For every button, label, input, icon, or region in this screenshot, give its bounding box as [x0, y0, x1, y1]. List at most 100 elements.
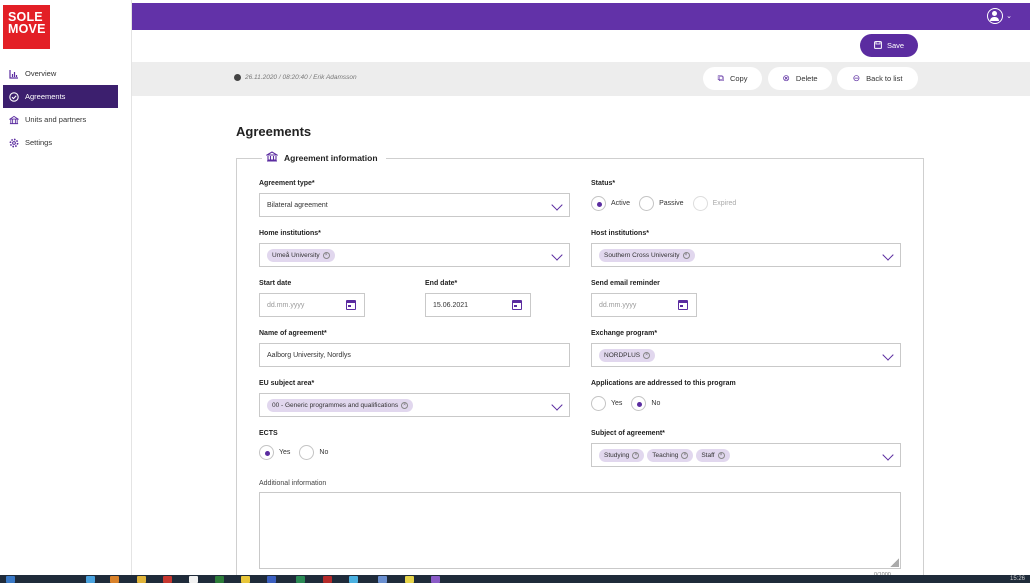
chip-remove-icon[interactable]: ×	[643, 351, 651, 359]
chevron-down-icon	[882, 449, 894, 461]
gear-icon	[9, 138, 19, 148]
agreement-type-label: Agreement type*	[259, 180, 315, 187]
calendar-icon[interactable]	[512, 300, 522, 310]
action-bar: Save	[132, 30, 1030, 62]
host-institutions-select[interactable]: Southern Cross University ×	[591, 243, 901, 267]
applications-yes-radio[interactable]	[591, 396, 606, 411]
ects-label: ECTS	[259, 430, 278, 437]
section-title: Agreement information	[284, 153, 378, 163]
email-reminder-label: Send email reminder	[591, 280, 660, 287]
chevron-down-icon	[882, 349, 894, 361]
save-button[interactable]: Save	[860, 34, 918, 57]
sidebar-item-agreements[interactable]: Agreements	[3, 85, 118, 108]
taskbar-app-icon[interactable]	[378, 576, 387, 583]
delete-button[interactable]: ⊗ Delete	[768, 67, 832, 90]
chip-label: Teaching	[652, 451, 679, 459]
chip-remove-icon[interactable]: ×	[632, 451, 640, 459]
record-meta: 26.11.2020 / 08:20:40 / Erik Adamsson	[234, 74, 357, 81]
close-circle-icon: ⊗	[782, 73, 790, 83]
sidebar-item-settings[interactable]: Settings	[3, 131, 118, 154]
status-active-radio[interactable]	[591, 196, 606, 211]
chip-label: Southern Cross University	[604, 251, 680, 259]
status-passive-radio[interactable]	[639, 196, 655, 211]
taskbar-app-icon[interactable]	[323, 576, 332, 583]
user-menu-button[interactable]: ⌄	[987, 8, 1012, 24]
taskbar-app-icon[interactable]	[431, 576, 440, 583]
taskbar-app-icon[interactable]	[86, 576, 95, 583]
chip: 00 - Generic programmes and qualificatio…	[267, 398, 414, 412]
bank-icon	[265, 151, 279, 165]
back-to-list-button[interactable]: ⊖ Back to list	[837, 67, 918, 90]
name-of-agreement-input[interactable]: Aalborg University, Nordlys	[259, 343, 570, 367]
sidebar-nav: Overview Agreements Units and partners S…	[3, 62, 118, 154]
applications-addressed-label: Applications are addressed to this progr…	[591, 380, 736, 387]
chip-remove-icon[interactable]: ×	[322, 251, 330, 259]
agreement-type-select[interactable]: Bilateral agreement	[259, 193, 570, 217]
sidebar-item-overview[interactable]: Overview	[3, 62, 118, 85]
eu-subject-area-select[interactable]: 00 - Generic programmes and qualificatio…	[259, 393, 570, 417]
status-option-label: Passive	[659, 200, 684, 207]
taskbar-app-icon[interactable]	[110, 576, 119, 583]
sidebar-item-label: Units and partners	[25, 115, 87, 124]
chip-remove-icon[interactable]: ×	[682, 251, 690, 259]
chip-label: 00 - Generic programmes and qualificatio…	[272, 401, 399, 409]
sidebar: SOLE MOVE Overview Agreements Units and …	[0, 0, 132, 575]
taskbar-app-icon[interactable]	[296, 576, 305, 583]
taskbar-app-icon[interactable]	[267, 576, 276, 583]
copy-button[interactable]: ⧉ Copy	[703, 67, 762, 90]
home-institutions-select[interactable]: Umeå University ×	[259, 243, 570, 267]
exchange-program-select[interactable]: NORDPLUS ×	[591, 343, 901, 367]
resize-handle-icon[interactable]	[890, 558, 899, 567]
taskbar-app-icon[interactable]	[349, 576, 358, 583]
start-date-input[interactable]: dd.mm.yyyy	[259, 293, 365, 317]
eu-subject-area-label: EU subject area*	[259, 380, 315, 387]
chip-remove-icon[interactable]: ×	[401, 401, 409, 409]
status-option-label: Active	[611, 200, 631, 207]
additional-information-textarea[interactable]	[259, 492, 901, 569]
radio-option-label: No	[319, 449, 329, 456]
sidebar-item-label: Overview	[25, 69, 57, 78]
subject-of-agreement-select[interactable]: Studying × Teaching × Staff ×	[591, 443, 901, 467]
end-date-input[interactable]: 15.06.2021	[425, 293, 531, 317]
start-icon[interactable]	[6, 576, 15, 583]
chip: NORDPLUS ×	[599, 348, 656, 362]
taskbar-app-icon[interactable]	[163, 576, 172, 583]
chip-label: Umeå University	[272, 251, 320, 259]
taskbar-app-icon[interactable]	[405, 576, 414, 583]
start-date-placeholder: dd.mm.yyyy	[267, 301, 305, 309]
back-button-label: Back to list	[866, 74, 903, 83]
status-radio-group: Active Passive Expired	[591, 196, 745, 211]
taskbar-app-icon[interactable]	[137, 576, 146, 583]
ects-yes-radio[interactable]	[259, 445, 274, 460]
taskbar-app-icon[interactable]	[215, 576, 224, 583]
calendar-icon[interactable]	[678, 300, 688, 310]
ects-no-radio[interactable]	[299, 445, 315, 460]
sidebar-item-units-and-partners[interactable]: Units and partners	[3, 108, 118, 131]
host-institutions-label: Host institutions*	[591, 230, 649, 237]
chip-remove-icon[interactable]: ×	[681, 451, 689, 459]
sole-move-logo[interactable]: SOLE MOVE	[3, 5, 50, 49]
chevron-down-icon	[551, 249, 563, 261]
taskbar-clock: 15:26	[1010, 576, 1026, 582]
sidebar-item-label: Settings	[25, 138, 53, 147]
email-reminder-input[interactable]: dd.mm.yyyy	[591, 293, 697, 317]
end-date-value: 15.06.2021	[433, 301, 469, 309]
chip-remove-icon[interactable]: ×	[717, 451, 725, 459]
name-of-agreement-value: Aalborg University, Nordlys	[267, 351, 351, 359]
exchange-program-label: Exchange program*	[591, 330, 658, 337]
record-meta-text: 26.11.2020 / 08:20:40 / Erik Adamsson	[245, 74, 357, 81]
applications-addressed-radio-group: Yes No	[591, 396, 669, 411]
save-button-label: Save	[886, 41, 905, 50]
taskbar-app-icon[interactable]	[241, 576, 250, 583]
page-title: Agreements	[236, 124, 312, 139]
status-expired-radio[interactable]	[692, 196, 708, 211]
taskbar-app-icon[interactable]	[189, 576, 198, 583]
os-taskbar: 15:26	[0, 575, 1030, 583]
applications-no-radio[interactable]	[631, 396, 647, 411]
name-of-agreement-label: Name of agreement*	[259, 330, 327, 337]
calendar-icon[interactable]	[346, 300, 356, 310]
start-date-label: Start date	[259, 280, 292, 287]
chip-label: Studying	[604, 451, 630, 459]
chip: Umeå University ×	[267, 248, 335, 262]
arrow-left-circle-icon: ⊖	[852, 73, 861, 83]
